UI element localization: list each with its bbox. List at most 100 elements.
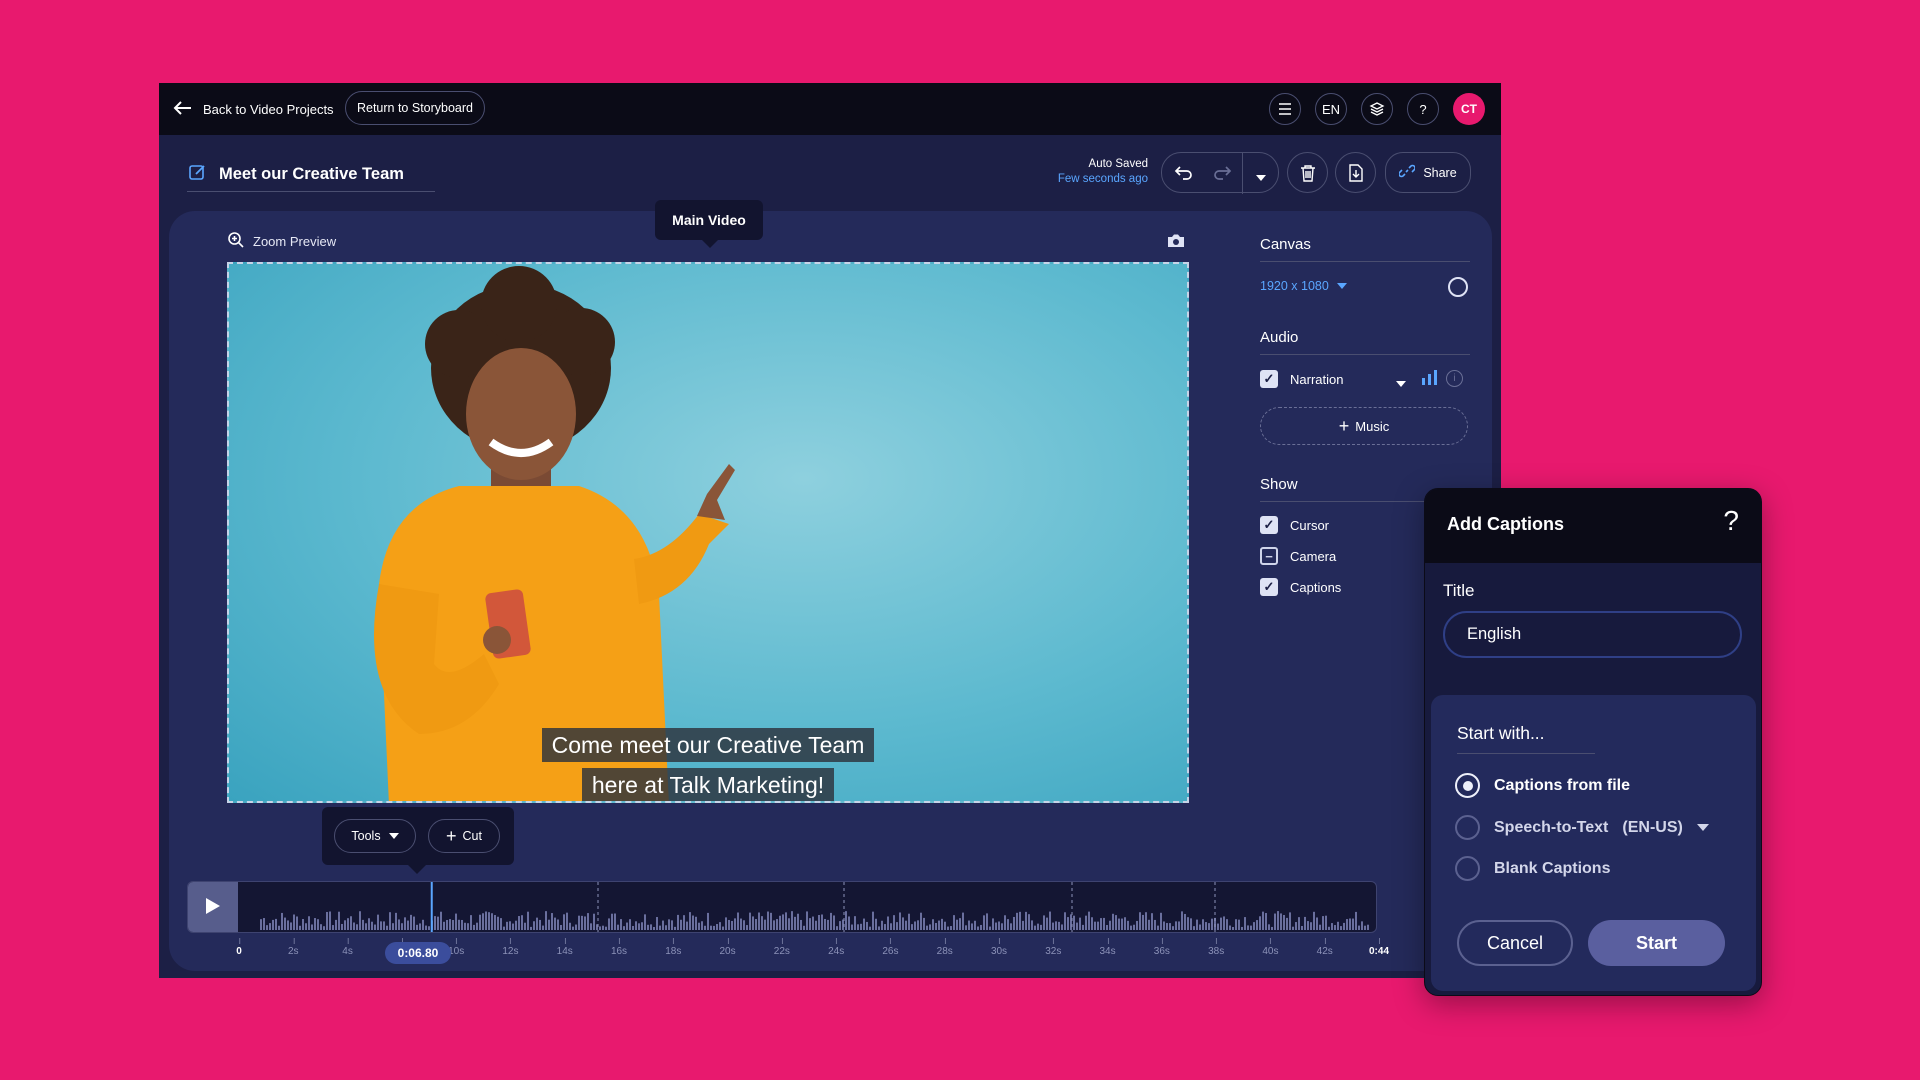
- waveform-bar: [773, 920, 775, 930]
- help-icon[interactable]: ?: [1723, 505, 1739, 537]
- waveform-bar: [617, 924, 619, 930]
- option-speech-to-text[interactable]: Speech-to-Text (EN-US): [1455, 815, 1709, 840]
- waveform-bar: [950, 926, 952, 930]
- waveform-bar: [269, 923, 271, 930]
- waveform-bar: [1091, 917, 1093, 930]
- waveform: [260, 882, 1369, 932]
- waveform-bar: [317, 919, 319, 930]
- link-icon: [1398, 163, 1417, 182]
- dialog-title: Add Captions: [1447, 514, 1564, 534]
- chevron-down-icon[interactable]: [1255, 169, 1267, 187]
- tools-dropdown[interactable]: Tools: [334, 819, 416, 853]
- layers-icon[interactable]: [1361, 93, 1393, 125]
- waveform-bar: [956, 919, 958, 930]
- waveform-bar: [1352, 918, 1354, 930]
- waveform-bar: [386, 925, 388, 930]
- music-label: Music: [1355, 418, 1390, 434]
- waveform-bar: [1286, 917, 1288, 930]
- waveform-bar: [1001, 923, 1003, 930]
- waveform-bar: [926, 925, 928, 930]
- waveform-bar: [425, 925, 427, 930]
- waveform-bar: [365, 923, 367, 930]
- waveform-bar: [689, 912, 691, 930]
- waveform-bar: [905, 920, 907, 930]
- camera-checkbox[interactable]: − Camera: [1260, 547, 1336, 565]
- narration-label: Narration: [1290, 371, 1344, 387]
- timeline[interactable]: [187, 881, 1377, 933]
- waveform-bar: [1130, 925, 1132, 930]
- option-captions-from-file[interactable]: Captions from file: [1455, 773, 1630, 798]
- waveform-bar: [329, 911, 331, 930]
- language-button[interactable]: EN: [1315, 93, 1347, 125]
- project-title[interactable]: Meet our Creative Team: [189, 163, 404, 186]
- zoom-preview-button[interactable]: Zoom Preview: [227, 231, 336, 252]
- waveform-bar: [629, 919, 631, 930]
- waveform-bar: [593, 913, 595, 930]
- option-blank-captions[interactable]: Blank Captions: [1455, 856, 1610, 881]
- redo-icon[interactable]: [1212, 163, 1232, 188]
- share-button[interactable]: Share: [1385, 152, 1471, 193]
- option2-lang[interactable]: (EN-US): [1622, 819, 1682, 837]
- waveform-bar: [1145, 912, 1147, 930]
- timeline-tick: 0:44: [1369, 938, 1389, 957]
- cancel-button[interactable]: Cancel: [1457, 920, 1573, 966]
- playhead-time[interactable]: 0:06.80: [385, 942, 451, 964]
- waveform-bar: [479, 914, 481, 930]
- waveform-bar: [335, 919, 337, 930]
- waveform-bar: [794, 916, 796, 930]
- narration-checkbox[interactable]: ✓ Narration: [1260, 370, 1343, 388]
- waveform-bar: [641, 922, 643, 930]
- waveform-bar: [1013, 916, 1015, 930]
- undo-icon[interactable]: [1174, 163, 1194, 188]
- waveform-bar: [1199, 924, 1201, 930]
- waveform-bar: [1217, 923, 1219, 930]
- cursor-label: Cursor: [1290, 517, 1330, 533]
- waveform-bar: [620, 919, 622, 930]
- waveform-bar: [860, 923, 862, 930]
- waveform-bar: [974, 920, 976, 930]
- waveform-bar: [695, 916, 697, 930]
- waveform-bar: [1235, 919, 1237, 930]
- waveform-bar: [1268, 924, 1270, 930]
- download-icon[interactable]: [1335, 152, 1376, 193]
- cut-button[interactable]: + Cut: [428, 819, 500, 853]
- help-button[interactable]: ?: [1407, 93, 1439, 125]
- canvas-size-dropdown[interactable]: 1920 x 1080: [1260, 279, 1347, 293]
- timeline-tick: 4s: [342, 938, 353, 957]
- cursor-checkbox[interactable]: ✓ Cursor: [1260, 516, 1329, 534]
- waveform-bar: [743, 920, 745, 930]
- return-to-storyboard-button[interactable]: Return to Storyboard: [345, 91, 485, 125]
- menu-icon[interactable]: [1269, 93, 1301, 125]
- waveform-bar: [530, 926, 532, 930]
- waveform-bar: [1052, 922, 1054, 930]
- title-underline: [187, 191, 435, 192]
- waveform-bar: [782, 914, 784, 930]
- waveform-bar: [422, 919, 424, 930]
- waveform-bar: [785, 912, 787, 930]
- avatar[interactable]: CT: [1453, 93, 1485, 125]
- waveform-bar: [542, 925, 544, 930]
- info-icon[interactable]: i: [1446, 370, 1463, 387]
- waveform-bar: [938, 920, 940, 930]
- waveform-bar: [404, 917, 406, 930]
- camera-icon[interactable]: [1166, 233, 1186, 254]
- waveform-bar: [716, 924, 718, 930]
- trash-icon[interactable]: [1287, 152, 1328, 193]
- title-input[interactable]: English: [1443, 611, 1742, 658]
- waveform-bar: [845, 911, 847, 930]
- waveform-bar: [833, 915, 835, 930]
- waveform-bar: [1178, 921, 1180, 930]
- canvas-color-swatch[interactable]: [1448, 277, 1468, 297]
- waveform-bar: [371, 921, 373, 930]
- waveform-bar: [1034, 925, 1036, 930]
- waveform-bar: [572, 926, 574, 930]
- add-music-button[interactable]: + Music: [1260, 407, 1468, 445]
- waveform-bar: [644, 914, 646, 930]
- chevron-down-icon[interactable]: [1396, 375, 1406, 393]
- audio-level-icon[interactable]: [1421, 369, 1439, 390]
- back-to-projects-link[interactable]: Back to Video Projects: [173, 97, 334, 121]
- play-button[interactable]: [188, 882, 238, 932]
- video-preview[interactable]: Come meet our Creative Team here at Talk…: [227, 262, 1189, 803]
- start-button[interactable]: Start: [1588, 920, 1725, 966]
- captions-checkbox[interactable]: ✓ Captions: [1260, 578, 1341, 596]
